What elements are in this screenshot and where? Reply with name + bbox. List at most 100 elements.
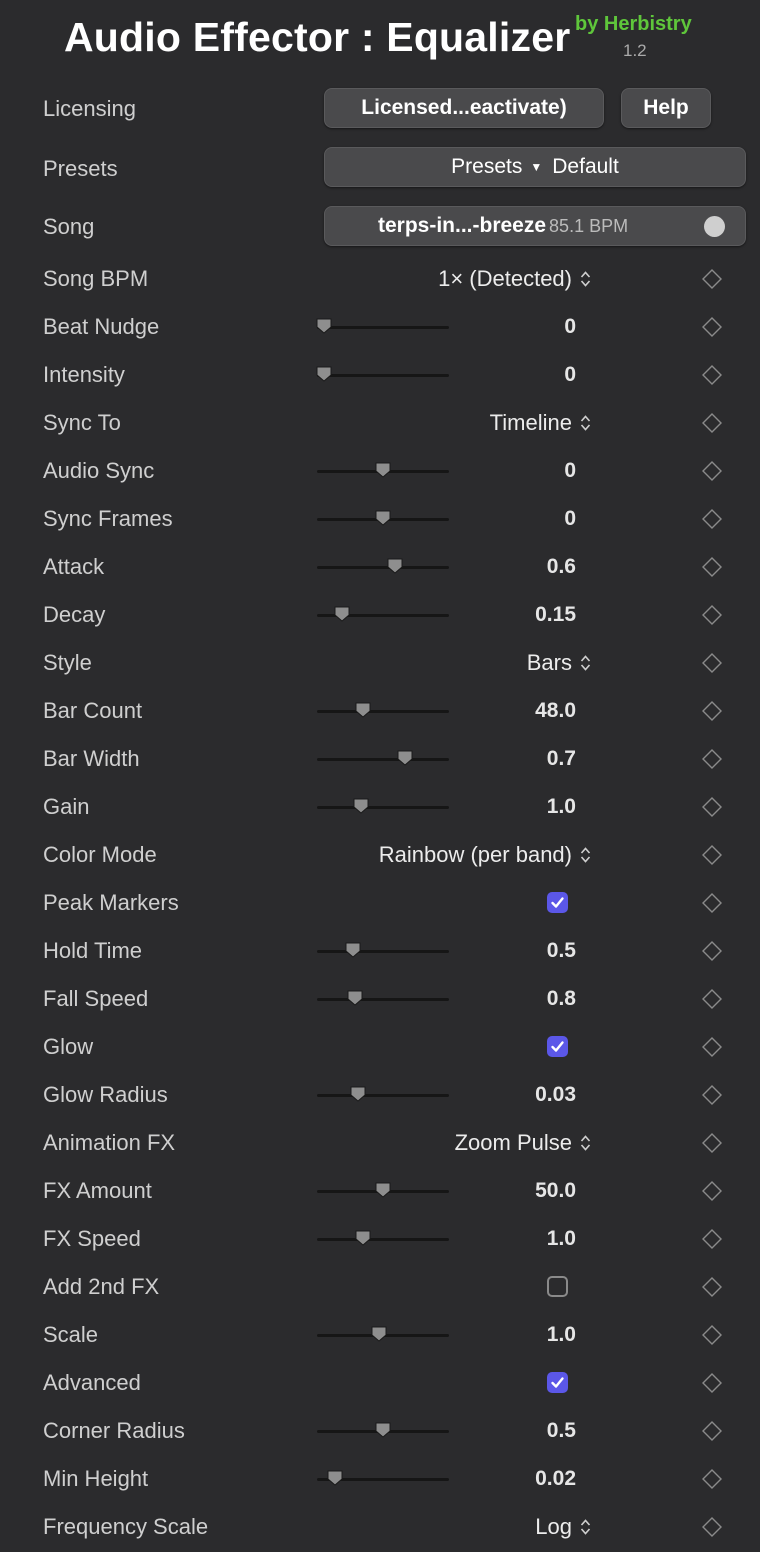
keyframe-diamond-icon[interactable] [702, 413, 722, 433]
keyframe-diamond-icon[interactable] [702, 1133, 722, 1153]
gain-slider[interactable] [317, 798, 449, 814]
fx-amount-slider[interactable] [317, 1182, 449, 1198]
keyframe-diamond-icon[interactable] [702, 845, 722, 865]
glow-checkbox[interactable] [547, 1036, 568, 1057]
beat-nudge-slider[interactable] [316, 318, 449, 334]
decay-slider-thumb[interactable] [333, 605, 351, 623]
param-row-intensity: Intensity 0 [0, 351, 760, 399]
color-mode-popup[interactable]: Rainbow (per band) [379, 842, 591, 868]
help-button[interactable]: Help [621, 88, 711, 128]
beat-nudge-slider-thumb[interactable] [315, 317, 333, 335]
fx-amount-slider-thumb[interactable] [374, 1181, 392, 1199]
hold-time-value[interactable]: 0.5 [547, 939, 576, 963]
sync-frames-value[interactable]: 0 [564, 507, 576, 531]
keyframe-diamond-icon[interactable] [702, 989, 722, 1009]
fx-speed-value[interactable]: 1.0 [547, 1227, 576, 1251]
intensity-value[interactable]: 0 [564, 363, 576, 387]
corner-radius-slider-thumb[interactable] [374, 1421, 392, 1439]
min-height-slider-thumb[interactable] [326, 1469, 344, 1487]
fx-amount-value[interactable]: 50.0 [535, 1179, 576, 1203]
gain-slider-thumb[interactable] [352, 797, 370, 815]
frequency-scale-popup[interactable]: Log [535, 1514, 591, 1540]
intensity-slider-thumb[interactable] [315, 365, 333, 383]
presets-dropdown[interactable]: Presets ▼ Default [324, 147, 746, 187]
scale-value[interactable]: 1.0 [547, 1323, 576, 1347]
bar-width-slider-thumb[interactable] [396, 749, 414, 767]
fall-speed-slider-thumb[interactable] [346, 989, 364, 1007]
style-popup[interactable]: Bars [527, 650, 591, 676]
keyframe-diamond-icon[interactable] [702, 1229, 722, 1249]
bar-count-value[interactable]: 48.0 [535, 699, 576, 723]
keyframe-diamond-icon[interactable] [702, 1277, 722, 1297]
bar-width-value[interactable]: 0.7 [547, 747, 576, 771]
keyframe-diamond-icon[interactable] [702, 1325, 722, 1345]
corner-radius-slider[interactable] [317, 1422, 449, 1438]
peak-markers-checkbox[interactable] [547, 892, 568, 913]
audio-sync-value[interactable]: 0 [564, 459, 576, 483]
song-toggle-icon[interactable] [704, 216, 725, 237]
fx-speed-slider[interactable] [317, 1230, 449, 1246]
attack-slider[interactable] [317, 558, 449, 574]
song-selector[interactable]: terps-in...-breeze 85.1 BPM [324, 206, 746, 246]
keyframe-diamond-icon[interactable] [702, 1085, 722, 1105]
decay-value[interactable]: 0.15 [535, 603, 576, 627]
hold-time-slider[interactable] [317, 942, 449, 958]
decay-slider[interactable] [317, 606, 449, 622]
keyframe-diamond-icon[interactable] [702, 701, 722, 721]
attack-slider-thumb[interactable] [386, 557, 404, 575]
param-row-peak-markers: Peak Markers [0, 879, 760, 927]
keyframe-diamond-icon[interactable] [702, 1469, 722, 1489]
glow-radius-value[interactable]: 0.03 [535, 1083, 576, 1107]
keyframe-diamond-icon[interactable] [702, 317, 722, 337]
bar-width-slider[interactable] [317, 750, 449, 766]
attack-value[interactable]: 0.6 [547, 555, 576, 579]
param-row-audio-sync: Audio Sync 0 [0, 447, 760, 495]
sync-frames-slider-thumb[interactable] [374, 509, 392, 527]
fall-speed-value[interactable]: 0.8 [547, 987, 576, 1011]
add-2nd-fx-checkbox[interactable] [547, 1276, 568, 1297]
bar-count-slider-thumb[interactable] [354, 701, 372, 719]
gain-value[interactable]: 1.0 [547, 795, 576, 819]
glow-radius-slider[interactable] [317, 1086, 449, 1102]
keyframe-diamond-icon[interactable] [702, 557, 722, 577]
keyframe-diamond-icon[interactable] [702, 1421, 722, 1441]
keyframe-diamond-icon[interactable] [702, 653, 722, 673]
min-height-value[interactable]: 0.02 [535, 1467, 576, 1491]
glow-radius-slider-thumb[interactable] [349, 1085, 367, 1103]
keyframe-diamond-icon[interactable] [702, 1517, 722, 1537]
beat-nudge-value[interactable]: 0 [564, 315, 576, 339]
advanced-checkbox[interactable] [547, 1372, 568, 1393]
min-height-slider[interactable] [317, 1470, 449, 1486]
intensity-slider[interactable] [316, 366, 449, 382]
keyframe-diamond-icon[interactable] [702, 461, 722, 481]
param-row-fx-amount: FX Amount 50.0 [0, 1167, 760, 1215]
keyframe-diamond-icon[interactable] [702, 509, 722, 529]
animation-fx-popup-value: Zoom Pulse [454, 1130, 572, 1155]
fall-speed-slider[interactable] [317, 990, 449, 1006]
audio-sync-slider[interactable] [317, 462, 449, 478]
hold-time-slider-thumb[interactable] [344, 941, 362, 959]
bar-count-slider[interactable] [317, 702, 449, 718]
keyframe-diamond-icon[interactable] [702, 605, 722, 625]
scale-slider-thumb[interactable] [370, 1325, 388, 1343]
license-button[interactable]: Licensed...eactivate) [324, 88, 604, 128]
keyframe-diamond-icon[interactable] [702, 269, 722, 289]
scale-slider[interactable] [317, 1326, 449, 1342]
audio-sync-slider-thumb[interactable] [374, 461, 392, 479]
keyframe-diamond-icon[interactable] [702, 893, 722, 913]
keyframe-diamond-icon[interactable] [702, 797, 722, 817]
keyframe-diamond-icon[interactable] [702, 1181, 722, 1201]
keyframe-diamond-icon[interactable] [702, 1373, 722, 1393]
keyframe-diamond-icon[interactable] [702, 749, 722, 769]
animation-fx-popup[interactable]: Zoom Pulse [455, 1130, 591, 1156]
song-bpm-popup[interactable]: 1× (Detected) [438, 266, 591, 292]
sync-frames-slider[interactable] [317, 510, 449, 526]
keyframe-diamond-icon[interactable] [702, 1037, 722, 1057]
decay-label: Decay [43, 602, 106, 627]
sync-to-popup[interactable]: Timeline [490, 410, 591, 436]
keyframe-diamond-icon[interactable] [702, 365, 722, 385]
checkmark-icon [551, 1377, 564, 1388]
keyframe-diamond-icon[interactable] [702, 941, 722, 961]
fx-speed-slider-thumb[interactable] [354, 1229, 372, 1247]
corner-radius-value[interactable]: 0.5 [547, 1419, 576, 1443]
